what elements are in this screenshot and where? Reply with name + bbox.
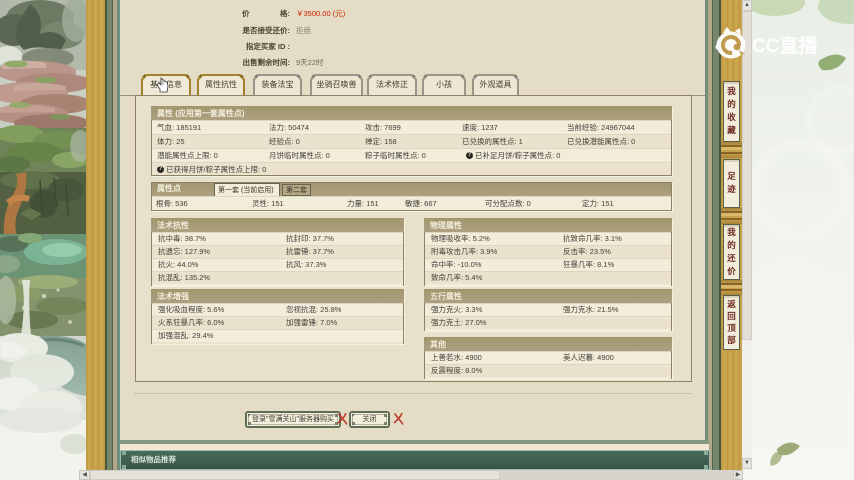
svg-text:CC直播: CC直播	[752, 34, 818, 57]
